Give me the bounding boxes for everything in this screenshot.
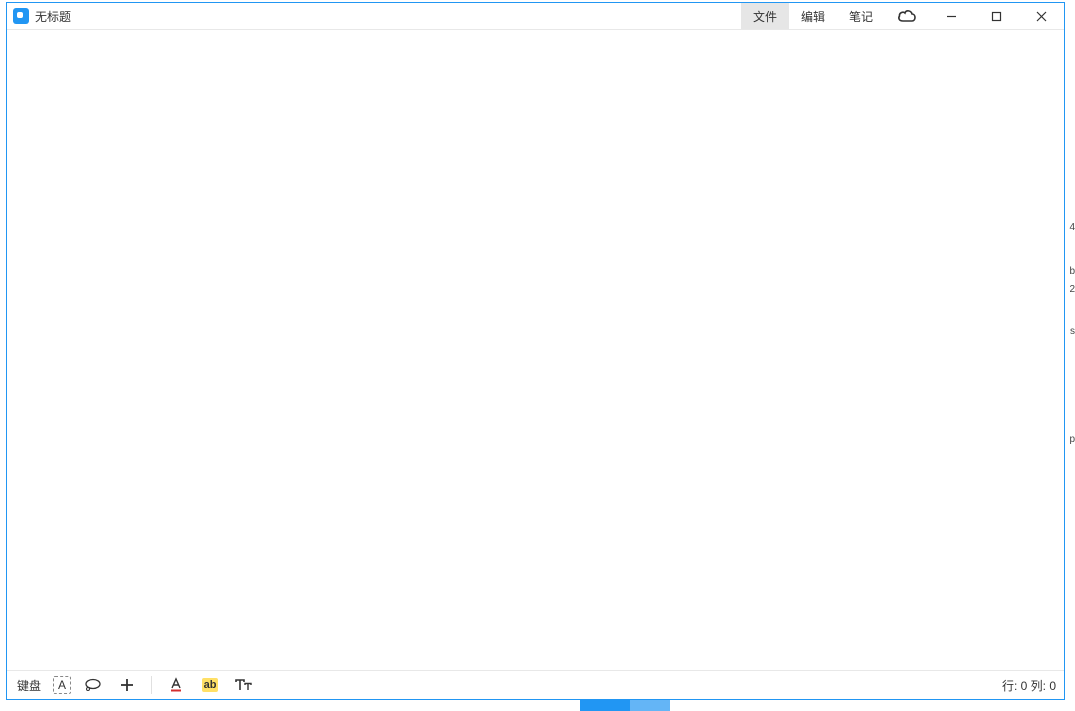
cloud-icon bbox=[897, 9, 917, 23]
editor-area[interactable] bbox=[7, 30, 1064, 670]
minimize-button[interactable] bbox=[929, 3, 974, 29]
menu-file[interactable]: 文件 bbox=[741, 3, 789, 29]
keyboard-button[interactable]: 键盘 bbox=[15, 677, 43, 694]
background-shape bbox=[630, 700, 670, 711]
bottom-toolbar-left: 键盘 A bbox=[15, 674, 994, 696]
bottom-toolbar: 键盘 A bbox=[7, 670, 1064, 699]
titlebar-right: 文件 编辑 笔记 bbox=[741, 3, 1064, 29]
lasso-icon bbox=[84, 678, 102, 692]
background-fragment: b bbox=[1069, 266, 1075, 277]
cloud-sync-button[interactable] bbox=[885, 3, 929, 29]
maximize-button[interactable] bbox=[974, 3, 1019, 29]
background-fragment: s bbox=[1070, 326, 1075, 337]
menu-edit[interactable]: 编辑 bbox=[789, 3, 837, 29]
titlebar-left: 无标题 bbox=[7, 8, 741, 25]
highlight-icon: ab bbox=[202, 678, 219, 692]
lasso-tool-button[interactable] bbox=[81, 674, 105, 696]
plus-icon bbox=[120, 678, 134, 692]
text-size-icon bbox=[235, 678, 253, 692]
titlebar: 无标题 文件 编辑 笔记 bbox=[7, 3, 1064, 30]
maximize-icon bbox=[991, 11, 1002, 22]
text-size-button[interactable] bbox=[232, 674, 256, 696]
window-title: 无标题 bbox=[35, 8, 71, 25]
text-tool-button[interactable]: A bbox=[53, 676, 71, 694]
cursor-position-status: 行: 0 列: 0 bbox=[1002, 677, 1056, 694]
close-button[interactable] bbox=[1019, 3, 1064, 29]
background-fragment: p bbox=[1069, 434, 1075, 445]
minimize-icon bbox=[946, 11, 957, 22]
toolbar-divider bbox=[151, 676, 152, 694]
app-window: 无标题 文件 编辑 笔记 bbox=[6, 2, 1065, 700]
font-color-icon bbox=[168, 677, 184, 693]
menu-notes[interactable]: 笔记 bbox=[837, 3, 885, 29]
background-fragment: 4 bbox=[1069, 222, 1075, 233]
highlight-button[interactable]: ab bbox=[198, 674, 222, 696]
add-button[interactable] bbox=[115, 674, 139, 696]
app-icon bbox=[13, 8, 29, 24]
close-icon bbox=[1036, 11, 1047, 22]
font-color-button[interactable] bbox=[164, 674, 188, 696]
text-tool-icon: A bbox=[53, 676, 71, 694]
background-fragment: 2 bbox=[1069, 284, 1075, 295]
